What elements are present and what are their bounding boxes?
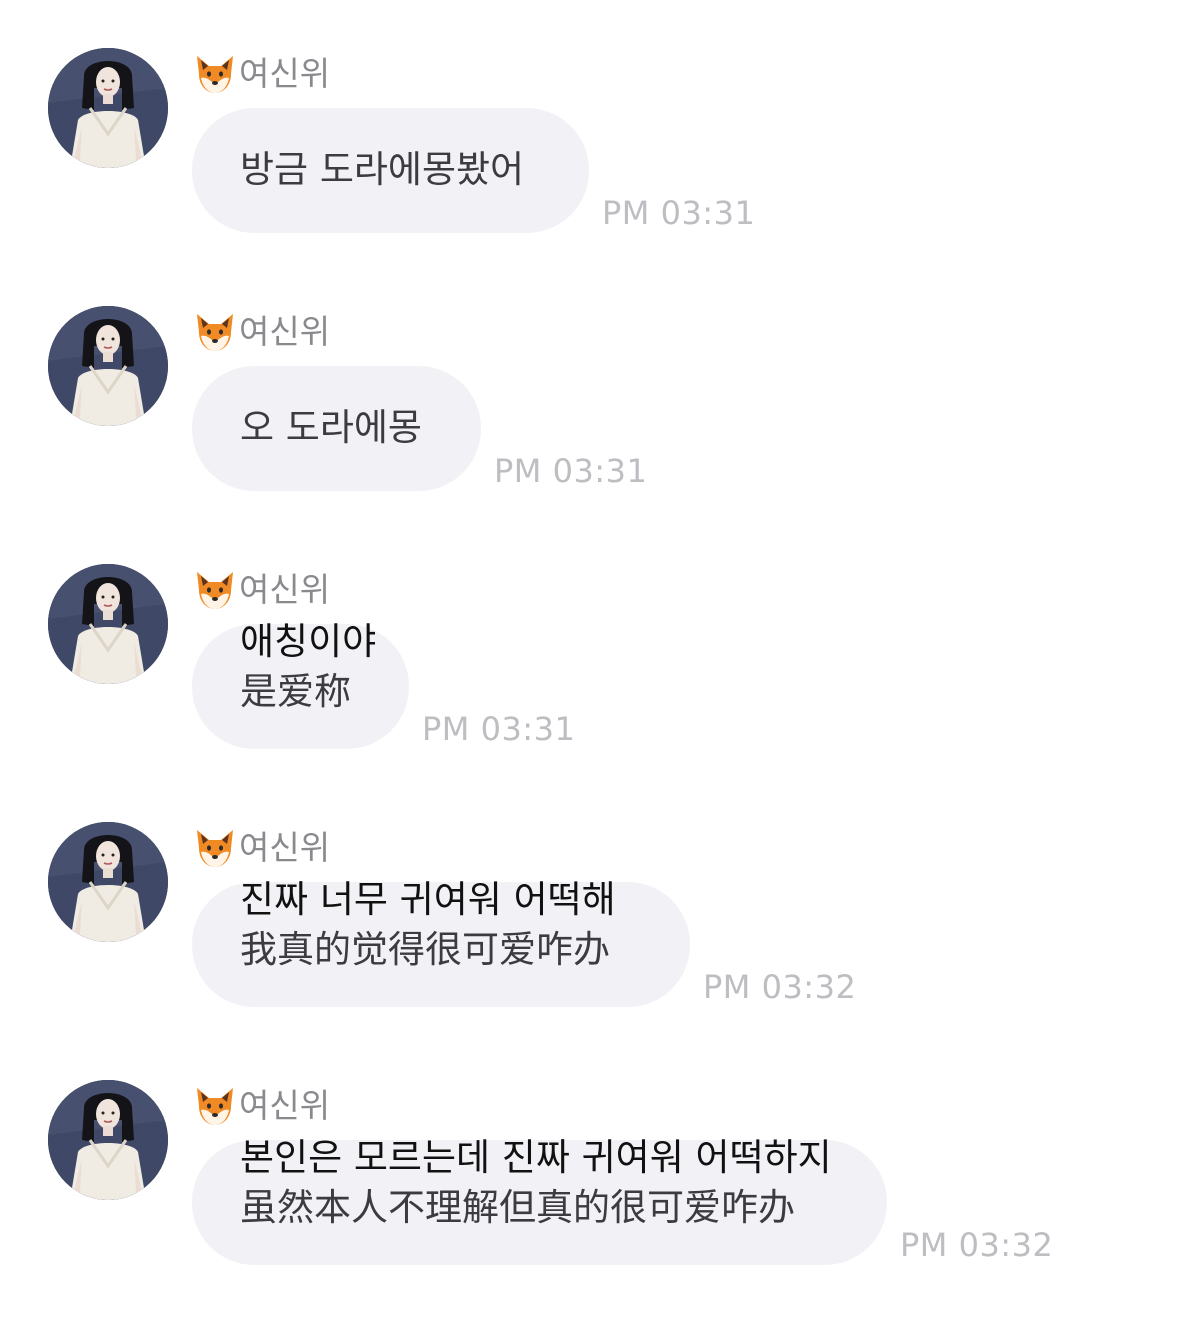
avatar-image (48, 1080, 168, 1200)
fox-emoji-icon (193, 826, 237, 870)
avatar-image (48, 48, 168, 168)
sender-header: 여신위 (193, 566, 330, 614)
avatar-image (48, 822, 168, 942)
message-translation: 虽然本人不理解但真的很可爱咋办 (240, 1186, 795, 1229)
fox-emoji-icon (193, 568, 237, 612)
message-bubble[interactable]: 진짜 너무 귀여워 어떡해 我真的觉得很可爱咋办 (192, 878, 690, 1007)
sender-name: 여신위 (239, 1086, 331, 1125)
message-text: 본인은 모르는데 진짜 귀여워 어떡하지 (240, 1136, 832, 1179)
sender-header: 여신위 (193, 1082, 330, 1130)
avatar[interactable] (48, 1080, 168, 1200)
message-text: 방금 도라에몽봤어 (240, 148, 525, 191)
message-bubble[interactable]: 방금 도라에몽봤어 (192, 108, 589, 233)
avatar[interactable] (48, 822, 168, 942)
message-timestamp: PM 03:31 (602, 194, 756, 232)
fox-emoji-icon (193, 310, 237, 354)
message-timestamp: PM 03:31 (422, 710, 576, 748)
message-row: 진짜 너무 귀여워 어떡해 我真的觉得很可爱咋办 여신위 PM 03:32 (0, 822, 1179, 1080)
fox-emoji-icon (193, 52, 237, 96)
sender-header: 여신위 (193, 308, 330, 356)
sender-name: 여신위 (239, 54, 331, 93)
sender-name: 여신위 (239, 312, 331, 351)
avatar[interactable] (48, 306, 168, 426)
message-bubble[interactable]: 오 도라에몽 (192, 366, 481, 491)
message-text: 진짜 너무 귀여워 어떡해 (240, 878, 616, 921)
message-bubble[interactable]: 애칭이야 是爱称 (192, 620, 409, 749)
message-bubble[interactable]: 본인은 모르는데 진짜 귀여워 어떡하지 虽然本人不理解但真的很可爱咋办 (192, 1136, 887, 1265)
message-timestamp: PM 03:32 (900, 1226, 1054, 1264)
avatar[interactable] (48, 48, 168, 168)
message-text: 오 도라에몽 (240, 406, 422, 449)
sender-header: 여신위 (193, 824, 330, 872)
fox-emoji-icon (193, 1084, 237, 1128)
message-timestamp: PM 03:31 (494, 452, 648, 490)
sender-name: 여신위 (239, 570, 331, 609)
message-row: 여신위 오 도라에몽 PM 03:31 (0, 306, 1179, 564)
message-text: 애칭이야 (240, 620, 377, 663)
message-row: 여신위 방금 도라에몽봤어 PM 03:31 (0, 48, 1179, 306)
message-translation: 是爱称 (240, 670, 351, 713)
sender-name: 여신위 (239, 828, 331, 867)
avatar[interactable] (48, 564, 168, 684)
message-translation: 我真的觉得很可爱咋办 (240, 928, 610, 971)
sender-header: 여신위 (193, 50, 330, 98)
message-row: 본인은 모르는데 진짜 귀여워 어떡하지 虽然本人不理解但真的很可爱咋办 여신위… (0, 1080, 1179, 1338)
message-row: 애칭이야 是爱称 여신위 PM 03:31 (0, 564, 1179, 822)
avatar-image (48, 564, 168, 684)
message-timestamp: PM 03:32 (703, 968, 857, 1006)
avatar-image (48, 306, 168, 426)
